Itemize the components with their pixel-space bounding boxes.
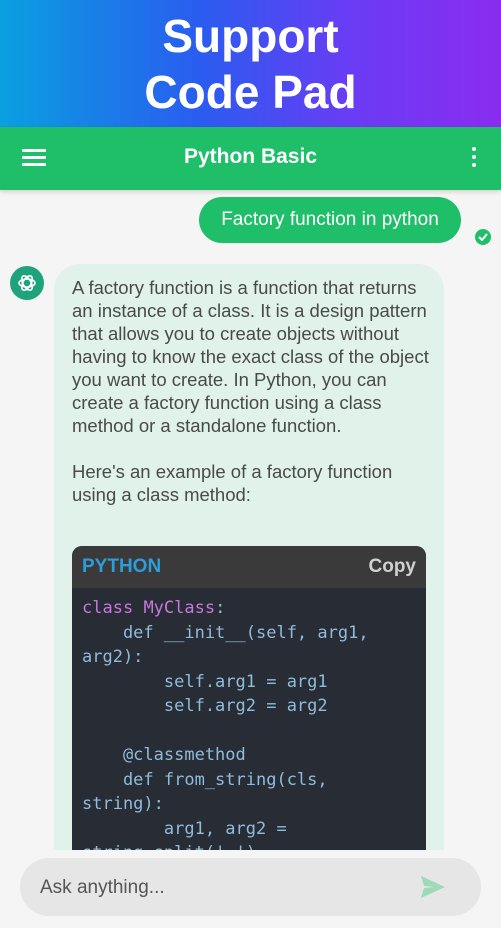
assistant-paragraph: A factory function is a function that re…	[72, 277, 429, 436]
assistant-avatar-icon	[10, 266, 44, 300]
more-options-icon[interactable]	[471, 147, 477, 169]
code-content: class MyClass: def __init__(self, arg1, …	[82, 598, 369, 850]
assistant-message-text: A factory function is a function that re…	[72, 276, 434, 529]
banner-title-line1: Support	[162, 10, 339, 62]
composer-bar	[0, 850, 501, 928]
assistant-paragraph: Here's an example of a factory function …	[72, 461, 393, 505]
code-block: PYTHON Copy class MyClass: def __init__(…	[72, 546, 426, 850]
code-language-label: PYTHON	[82, 556, 162, 577]
copy-button[interactable]: Copy	[369, 556, 417, 578]
page-title: Python Basic	[183, 145, 318, 168]
app-bar: Python Basic	[0, 127, 501, 190]
promo-banner: Support Code Pad	[0, 0, 501, 127]
message-input-container	[20, 858, 481, 918]
code-block-header: PYTHON Copy	[72, 546, 426, 588]
sent-check-icon	[475, 229, 491, 245]
assistant-message-bubble: A factory function is a function that re…	[54, 264, 444, 850]
message-input[interactable]	[38, 858, 402, 918]
banner-title-line2: Code Pad	[144, 66, 357, 118]
send-icon[interactable]	[420, 875, 446, 899]
chat-area[interactable]: Factory function in python A factory fun…	[0, 190, 501, 850]
user-message-bubble: Factory function in python	[199, 197, 461, 243]
